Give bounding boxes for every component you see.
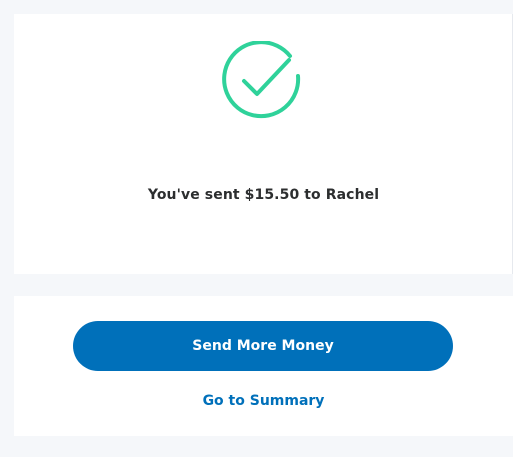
- send-money-confirmation-page: You've sent $15.50 to Rachel Send More M…: [0, 0, 513, 457]
- actions-card: Send More Money Go to Summary: [14, 296, 513, 436]
- send-more-money-button[interactable]: Send More Money: [73, 321, 453, 371]
- confirmation-card: You've sent $15.50 to Rachel: [14, 14, 513, 274]
- checkmark-circle-icon: [222, 41, 301, 119]
- confirmation-message: You've sent $15.50 to Rachel: [147, 187, 380, 203]
- go-to-summary-link[interactable]: Go to Summary: [14, 393, 513, 409]
